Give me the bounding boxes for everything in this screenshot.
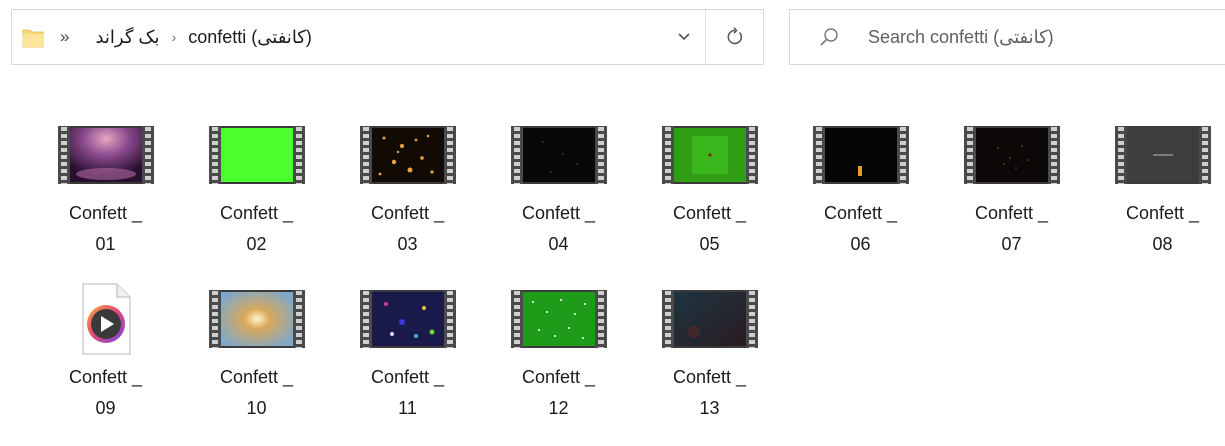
file-name-line1: Confett _ (187, 198, 327, 229)
file-name: Confett _04 (489, 198, 629, 260)
file-item[interactable]: Confett _05 (634, 118, 785, 282)
file-name-line2: 04 (489, 229, 629, 260)
file-name: Confett _07 (942, 198, 1082, 260)
file-name-line1: Confett _ (338, 362, 478, 393)
file-thumbnail (483, 282, 634, 356)
file-name: Confett _03 (338, 198, 478, 260)
file-name-line2: 09 (36, 393, 176, 424)
file-name-line1: Confett _ (640, 198, 780, 229)
file-name: Confett _12 (489, 362, 629, 424)
file-name-line2: 08 (1093, 229, 1225, 260)
file-name: Confett _09 (36, 362, 176, 424)
file-thumbnail (181, 118, 332, 192)
file-item[interactable]: Confett _02 (181, 118, 332, 282)
file-thumbnail (634, 282, 785, 356)
file-item[interactable]: Confett _03 (332, 118, 483, 282)
file-name: Confett _13 (640, 362, 780, 424)
file-item[interactable]: Confett _12 (483, 282, 634, 446)
file-name-line1: Confett _ (187, 362, 327, 393)
video-file-icon (1115, 126, 1211, 184)
file-grid: Confett _01 Confett _02 Confett _03 Conf… (30, 118, 1225, 446)
file-thumbnail (1087, 118, 1225, 192)
file-name: Confett _02 (187, 198, 327, 260)
search-box[interactable] (789, 9, 1225, 65)
file-name: Confett _06 (791, 198, 931, 260)
file-name: Confett _01 (36, 198, 176, 260)
file-name-line1: Confett _ (1093, 198, 1225, 229)
file-item[interactable]: Confett _07 (936, 118, 1087, 282)
file-name-line2: 11 (338, 393, 478, 424)
file-name-line1: Confett _ (942, 198, 1082, 229)
file-name: Confett _11 (338, 362, 478, 424)
breadcrumb: » بک گراند › confetti (کانفتی) (60, 10, 312, 64)
file-name-line2: 07 (942, 229, 1082, 260)
file-name-line2: 01 (36, 229, 176, 260)
file-item[interactable]: Confett _06 (785, 118, 936, 282)
search-input[interactable] (868, 22, 1208, 52)
media-player-icon (75, 283, 137, 355)
search-icon (818, 26, 840, 48)
breadcrumb-item-parent[interactable]: بک گراند (95, 27, 159, 48)
file-item[interactable]: Confett _13 (634, 282, 785, 446)
file-name-line1: Confett _ (640, 362, 780, 393)
video-file-icon (662, 290, 758, 348)
file-name-line1: Confett _ (338, 198, 478, 229)
video-file-icon (360, 290, 456, 348)
file-name: Confett _05 (640, 198, 780, 260)
refresh-button[interactable] (706, 10, 764, 64)
video-file-icon (662, 126, 758, 184)
refresh-icon (725, 27, 745, 47)
video-file-icon (813, 126, 909, 184)
file-thumbnail (785, 118, 936, 192)
file-item[interactable]: Confett _08 (1087, 118, 1225, 282)
file-name-line2: 02 (187, 229, 327, 260)
file-name-line2: 10 (187, 393, 327, 424)
file-name-line1: Confett _ (36, 198, 176, 229)
video-file-icon (58, 126, 154, 184)
file-name-line2: 05 (640, 229, 780, 260)
file-thumbnail (332, 118, 483, 192)
file-name-line1: Confett _ (36, 362, 176, 393)
file-name: Confett _08 (1093, 198, 1225, 260)
chevron-down-icon (677, 32, 691, 42)
file-name-line1: Confett _ (489, 198, 629, 229)
video-file-icon (511, 126, 607, 184)
address-history-dropdown[interactable] (662, 10, 706, 64)
file-item[interactable]: Confett _10 (181, 282, 332, 446)
video-file-icon (209, 290, 305, 348)
file-thumbnail (936, 118, 1087, 192)
breadcrumb-separator-icon[interactable]: › (172, 29, 177, 45)
breadcrumb-overflow-button[interactable]: » (60, 27, 67, 47)
file-item[interactable]: Confett _04 (483, 118, 634, 282)
file-thumbnail (634, 118, 785, 192)
file-item[interactable]: Confett _01 (30, 118, 181, 282)
file-thumbnail (30, 282, 181, 356)
file-name-line2: 13 (640, 393, 780, 424)
file-name-line2: 12 (489, 393, 629, 424)
file-name-line2: 03 (338, 229, 478, 260)
file-thumbnail (30, 118, 181, 192)
file-name: Confett _10 (187, 362, 327, 424)
file-thumbnail (332, 282, 483, 356)
file-name-line1: Confett _ (791, 198, 931, 229)
video-file-icon (360, 126, 456, 184)
folder-icon (21, 26, 45, 50)
video-file-icon (964, 126, 1060, 184)
video-file-icon (209, 126, 305, 184)
video-file-icon (511, 290, 607, 348)
file-item[interactable]: Confett _11 (332, 282, 483, 446)
file-thumbnail (483, 118, 634, 192)
file-item[interactable]: Confett _09 (30, 282, 181, 446)
file-name-line1: Confett _ (489, 362, 629, 393)
breadcrumb-item-current[interactable]: confetti (کانفتی) (188, 27, 312, 48)
address-bar[interactable]: » بک گراند › confetti (کانفتی) (11, 9, 764, 65)
file-thumbnail (181, 282, 332, 356)
file-name-line2: 06 (791, 229, 931, 260)
